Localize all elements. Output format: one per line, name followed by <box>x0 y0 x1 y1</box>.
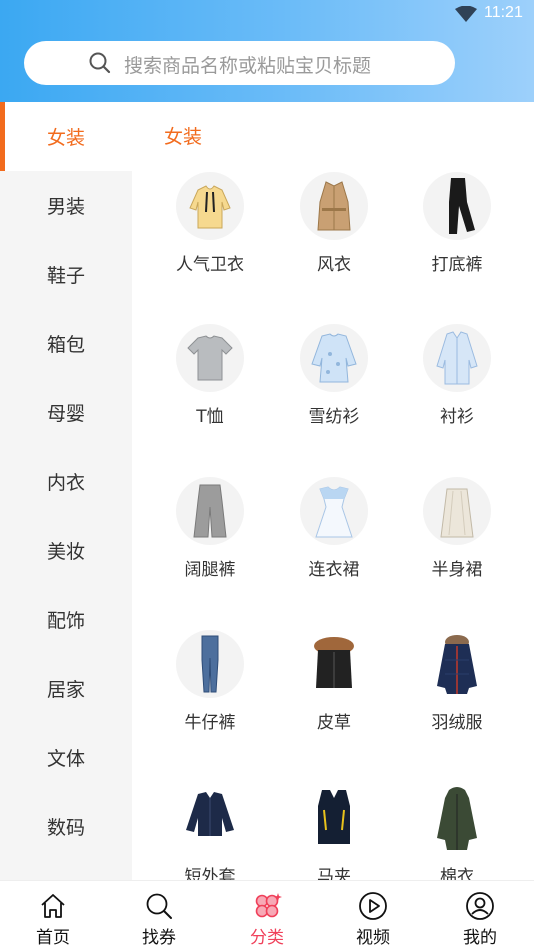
sidebar-item-sports[interactable]: 文体 <box>0 723 132 792</box>
status-bar: 11:21 <box>0 0 534 30</box>
sidebar-item-label: 居家 <box>46 679 85 701</box>
sidebar-item-shoes[interactable]: 鞋子 <box>0 240 132 309</box>
subcategory-label: 阔腿裤 <box>184 560 236 580</box>
shirt-icon <box>423 324 491 392</box>
subcategory-item[interactable]: 羽绒服 <box>390 630 524 770</box>
wifi-icon <box>455 6 477 22</box>
subcategory-item[interactable]: T恤 <box>143 324 277 464</box>
subcategory-item[interactable]: 皮草 <box>267 630 401 770</box>
sidebar-item-digital[interactable]: 数码 <box>0 792 132 861</box>
user-icon <box>466 892 494 920</box>
app-root: { "status_bar": { "time": "11:21", "wifi… <box>0 0 534 949</box>
sidebar-item-home[interactable]: 居家 <box>0 654 132 723</box>
subcategory-label: 衬衫 <box>440 407 474 427</box>
header: 11:21 搜索商品名称或粘贴宝贝标题 <box>0 0 534 102</box>
subcategory-item[interactable]: 棉衣 <box>390 784 524 880</box>
nav-label: 视频 <box>356 928 390 948</box>
subcategory-item[interactable]: 连衣裙 <box>267 477 401 617</box>
subcategory-label: 人气卫衣 <box>176 255 244 275</box>
sidebar-item-label: 数码 <box>46 817 85 839</box>
category-title: 女装 <box>164 126 203 148</box>
nav-label: 首页 <box>36 928 70 948</box>
subcategory-label: 棉衣 <box>440 867 474 880</box>
subcategory-label: 短外套 <box>184 867 236 880</box>
bottom-nav: 首页 找券 分类 视频 我的 <box>0 880 534 949</box>
subcategory-item[interactable]: 风衣 <box>267 172 401 312</box>
search-placeholder: 搜索商品名称或粘贴宝贝标题 <box>124 55 372 77</box>
hoodie-icon <box>176 172 244 240</box>
subcategory-label: 牛仔裤 <box>184 713 236 733</box>
sidebar-item-label: 女装 <box>46 127 85 149</box>
short-jacket-icon <box>176 784 244 852</box>
active-indicator <box>0 102 5 171</box>
sidebar-item-makeup[interactable]: 美妆 <box>0 516 132 585</box>
sidebar-item-bags[interactable]: 箱包 <box>0 309 132 378</box>
sidebar-item-label: 母婴 <box>46 403 85 425</box>
subcategory-label: T恤 <box>196 407 224 427</box>
subcategory-item[interactable]: 马夹 <box>267 784 401 880</box>
sidebar-item-label: 箱包 <box>46 334 85 356</box>
down-jacket-icon <box>423 630 491 698</box>
nav-label: 我的 <box>463 928 497 948</box>
sidebar-item-womens[interactable]: 女装 <box>0 102 132 171</box>
wide-leg-pants-icon <box>176 477 244 545</box>
subcategory-label: 风衣 <box>317 255 351 275</box>
leggings-icon <box>423 172 491 240</box>
sidebar-item-label: 美妆 <box>46 541 85 563</box>
vest-icon <box>300 784 368 852</box>
sidebar-item-label: 鞋子 <box>46 265 85 287</box>
subcategory-label: 打底裤 <box>431 255 483 275</box>
subcategory-item[interactable]: 阔腿裤 <box>143 477 277 617</box>
sidebar-item-underwear[interactable]: 内衣 <box>0 447 132 516</box>
chiffon-blouse-icon <box>300 324 368 392</box>
subcategory-label: 羽绒服 <box>431 713 483 733</box>
sidebar-item-baby[interactable]: 母婴 <box>0 378 132 447</box>
nav-label: 分类 <box>250 928 284 948</box>
play-icon <box>359 892 387 920</box>
sidebar-item-label: 配饰 <box>46 610 85 632</box>
subcategory-item[interactable]: 雪纺衫 <box>267 324 401 464</box>
nav-video[interactable]: 视频 <box>320 881 426 949</box>
subcategory-item[interactable]: 牛仔裤 <box>143 630 277 770</box>
nav-profile[interactable]: 我的 <box>427 881 533 949</box>
nav-label: 找券 <box>142 928 176 948</box>
sidebar-item-accessories[interactable]: 配饰 <box>0 585 132 654</box>
search-bar[interactable]: 搜索商品名称或粘贴宝贝标题 <box>24 41 455 85</box>
dress-icon <box>300 477 368 545</box>
search-icon <box>89 52 111 74</box>
nav-coupons[interactable]: 找券 <box>106 881 212 949</box>
sidebar-item-mens[interactable]: 男装 <box>0 171 132 240</box>
fur-vest-icon <box>300 630 368 698</box>
tshirt-icon <box>176 324 244 392</box>
subcategory-label: 马夹 <box>317 867 351 880</box>
sidebar-item-label: 文体 <box>46 748 85 770</box>
subcategory-item[interactable]: 短外套 <box>143 784 277 880</box>
subcategory-label: 连衣裙 <box>308 560 360 580</box>
padded-coat-icon <box>423 784 491 852</box>
sidebar-item-label: 内衣 <box>46 472 85 494</box>
subcategory-label: 雪纺衫 <box>308 407 360 427</box>
jeans-icon <box>176 630 244 698</box>
nav-category[interactable]: 分类 <box>214 881 320 949</box>
skirt-icon <box>423 477 491 545</box>
category-sidebar: 女装 男装 鞋子 箱包 母婴 内衣 美妆 配饰 居家 文体 数码 <box>0 102 132 880</box>
subcategory-item[interactable]: 打底裤 <box>390 172 524 312</box>
search-icon <box>146 893 172 919</box>
home-icon <box>41 894 65 918</box>
nav-home[interactable]: 首页 <box>0 881 106 949</box>
subcategory-label: 半身裙 <box>431 560 483 580</box>
trench-coat-icon <box>300 172 368 240</box>
subcategory-label: 皮草 <box>317 713 351 733</box>
sidebar-item-label: 男装 <box>46 196 85 218</box>
subcategory-item[interactable]: 人气卫衣 <box>143 172 277 312</box>
subcategory-item[interactable]: 半身裙 <box>390 477 524 617</box>
category-content: 女装 人气卫衣 风衣 打底裤 T恤 雪纺衫 衬衫 阔腿裤 连衣裙 半身裙 牛仔裤… <box>132 102 534 880</box>
category-icon <box>255 893 282 918</box>
subcategory-item[interactable]: 衬衫 <box>390 324 524 464</box>
status-time: 11:21 <box>484 4 523 21</box>
